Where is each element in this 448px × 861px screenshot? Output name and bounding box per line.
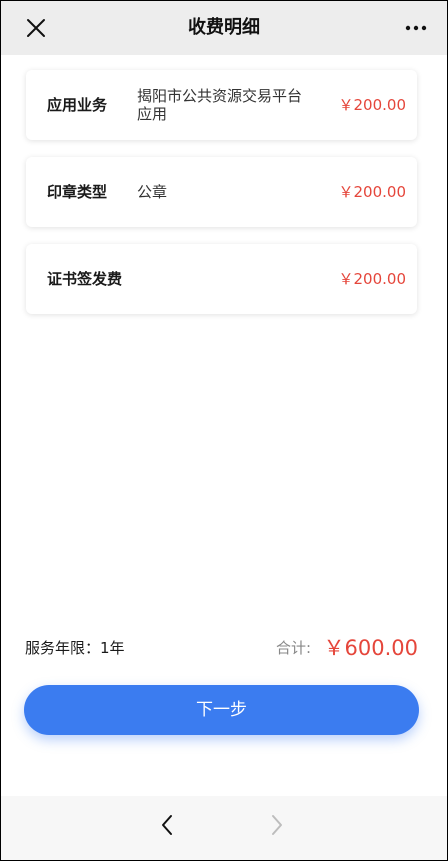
- fee-item-price: ￥200.00: [338, 270, 407, 288]
- chevron-right-icon: [272, 815, 282, 835]
- fee-item-value: 揭阳市公共资源交易平台应用: [137, 87, 303, 123]
- page-title: 收费明细: [188, 17, 260, 38]
- next-step-button[interactable]: 下一步: [24, 685, 419, 735]
- more-button[interactable]: [403, 15, 429, 41]
- forward-button[interactable]: [265, 810, 289, 840]
- fee-item-price: ￥200.00: [338, 183, 407, 201]
- more-dots-icon: [405, 25, 427, 31]
- header-bar: 收费明细: [1, 1, 447, 55]
- fee-item-seal-type: 印章类型 公章 ￥200.00: [26, 157, 417, 227]
- app-frame: 收费明细 应用业务 揭阳市公共资源交易平台应用 ￥200.00 印章类型 公章 …: [1, 1, 447, 860]
- fee-item-value: 公章: [137, 183, 168, 201]
- fee-item-price: ￥200.00: [338, 96, 407, 114]
- fee-item-label: 证书签发费: [47, 270, 123, 288]
- service-period: 服务年限：1年: [25, 639, 125, 657]
- total-label: 合计:: [276, 639, 312, 657]
- fee-item-label: 印章类型: [47, 183, 108, 201]
- total-amount: ￥600.00: [323, 636, 418, 660]
- fee-item-application: 应用业务 揭阳市公共资源交易平台应用 ￥200.00: [26, 70, 417, 140]
- fee-item-certificate: 证书签发费 ￥200.00: [26, 244, 417, 314]
- back-button[interactable]: [155, 810, 179, 840]
- fee-item-label: 应用业务: [47, 96, 108, 114]
- summary-row: 服务年限：1年 合计: ￥600.00: [1, 633, 447, 663]
- browser-nav-bar: [1, 796, 447, 860]
- chevron-left-icon: [162, 815, 172, 835]
